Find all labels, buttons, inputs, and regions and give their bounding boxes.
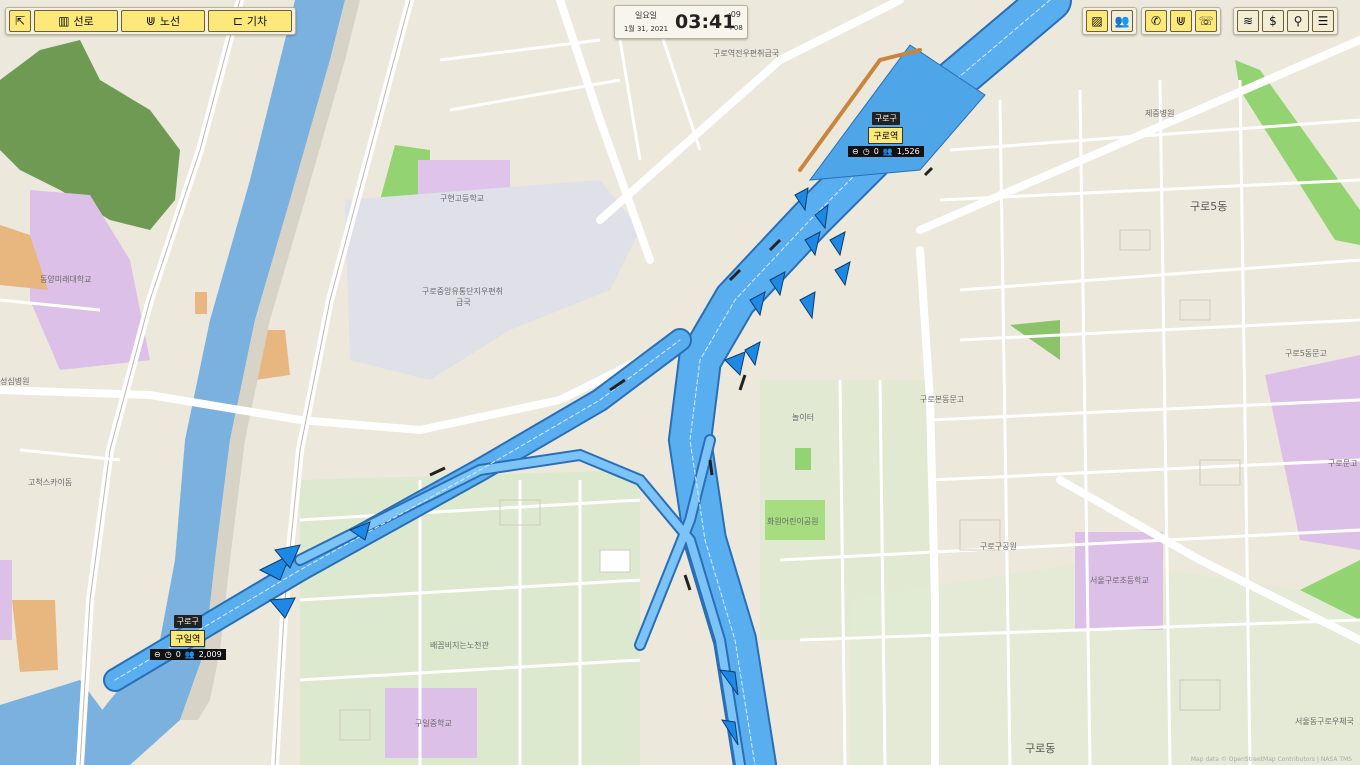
station-label-guil[interactable]: 구로구 구일역 ⊖ ◷ 0 👥 2,009: [150, 615, 226, 660]
passengers-icon[interactable]: 👥: [1111, 10, 1133, 32]
passengers-icon: 👥: [882, 147, 893, 156]
map-label: 구로동: [1025, 742, 1056, 755]
clock-timezone: +08: [728, 24, 743, 32]
lines-button[interactable]: ⋓ 노선: [121, 10, 205, 32]
view-toolbar: ▨ 👥: [1082, 7, 1137, 35]
money-glyph: $: [1269, 14, 1277, 28]
map-label: 성심병원: [0, 377, 30, 386]
wifi-icon[interactable]: ≋: [1237, 10, 1259, 32]
clock-date: 1월 31, 2021: [623, 25, 669, 33]
map-label: 구로문고: [1328, 459, 1358, 468]
main-toolbar: ≋ $ ⚲ ☰: [1233, 7, 1338, 35]
pointer-cursor-icon[interactable]: ⇱: [9, 10, 31, 32]
search-icon[interactable]: ⚲: [1287, 10, 1309, 32]
left-toolbar: ⇱ ▥ 선로 ⋓ 노선 ⊏ 기차: [5, 7, 296, 35]
station-name[interactable]: 구로역: [868, 127, 904, 144]
trains-label: 기차: [246, 15, 268, 28]
train-icon: ⊏: [232, 14, 243, 28]
map-label: 배꼽비지는노천관: [430, 641, 489, 650]
tracks-icon: ▥: [58, 14, 70, 28]
station-waiting: 0: [873, 147, 879, 156]
station-passengers: 2,009: [198, 650, 222, 659]
game-clock[interactable]: 일요일 1월 31, 2021 03:41 :09 +08: [614, 5, 748, 39]
signal-phone-icon[interactable]: ☏: [1195, 10, 1217, 32]
clock-time: 03:41: [675, 11, 736, 33]
route-icon[interactable]: ⋓: [1170, 10, 1192, 32]
station-name[interactable]: 구일역: [170, 630, 206, 647]
trains-button[interactable]: ⊏ 기차: [208, 10, 292, 32]
map-label: 놀이터: [792, 413, 815, 422]
map-label: 고척스카이돔: [28, 478, 73, 487]
clock-icon: ◷: [862, 147, 870, 156]
map-label: 제중병원: [1145, 109, 1175, 118]
phone-icon[interactable]: ✆: [1145, 10, 1167, 32]
clock-icon: ◷: [164, 650, 172, 659]
map-layer-icon[interactable]: ▨: [1086, 10, 1108, 32]
station-waiting: 0: [175, 650, 181, 659]
map-label: 급국: [456, 298, 471, 307]
clock-seconds: :09: [728, 10, 741, 19]
map-label: 구로5동문고: [1285, 349, 1327, 358]
route-icon: ⋓: [145, 14, 156, 28]
map-label: 서울동구로우체국: [1295, 717, 1354, 726]
map-label: 구현고등학교: [440, 194, 485, 203]
map-label: 구로중앙유통단지우편취: [422, 287, 503, 296]
tracks-button[interactable]: ▥ 선로: [34, 10, 118, 32]
menu-icon[interactable]: ☰: [1312, 10, 1334, 32]
clock-weekday: 일요일: [634, 11, 658, 20]
map-label: 구일중학교: [415, 719, 452, 728]
map-label: 동양미래대학교: [40, 275, 92, 284]
map-label: 구로구공원: [980, 542, 1017, 551]
money-icon[interactable]: $: [1262, 10, 1284, 32]
station-stats: ⊖ ◷ 0 👥 2,009: [150, 649, 226, 660]
station-label-guro[interactable]: 구로구 구로역 ⊖ ◷ 0 👥 1,526: [848, 112, 924, 157]
station-district: 구로구: [871, 112, 900, 125]
passengers-icon: 👥: [184, 650, 195, 659]
map-label: 구로5동: [1190, 200, 1228, 213]
map-label: 구로본동문고: [920, 395, 965, 404]
train-icon: ⊖: [154, 650, 161, 659]
map-attribution: Map data © OpenStreetMap Contributors | …: [1190, 756, 1352, 763]
map-label: 구로역전우편취급국: [713, 49, 780, 58]
train-icon: ⊖: [852, 147, 859, 156]
overlay-toolbar: ✆ ⋓ ☏: [1141, 7, 1221, 35]
map-label: 서울구로초등학교: [1090, 576, 1149, 585]
lines-label: 노선: [159, 15, 181, 28]
map-label: 화원어린이공원: [767, 517, 819, 526]
station-passengers: 1,526: [896, 147, 920, 156]
station-stats: ⊖ ◷ 0 👥 1,526: [848, 146, 924, 157]
station-district: 구로구: [173, 615, 202, 628]
tracks-label: 선로: [73, 15, 94, 28]
